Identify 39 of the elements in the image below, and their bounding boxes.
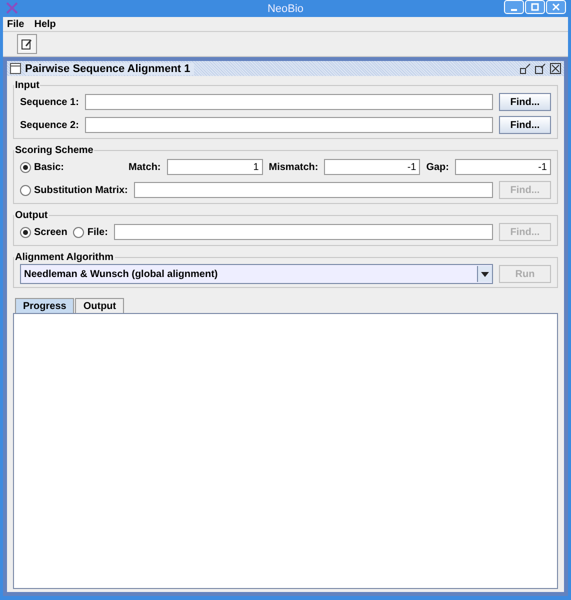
sequence-field[interactable]	[84, 94, 493, 110]
group-title: Output	[14, 210, 49, 221]
frame-title: Pairwise Sequence Alignment 1	[25, 62, 194, 74]
iconify-icon[interactable]	[520, 63, 531, 74]
menu-item[interactable]: Help	[34, 18, 56, 30]
radio-option[interactable]: Basic:	[20, 162, 123, 172]
file-field[interactable]	[114, 224, 493, 240]
tab[interactable]: Output	[75, 298, 124, 313]
field-label: Mismatch:	[268, 162, 318, 172]
close-icon	[552, 3, 560, 11]
edit-button[interactable]	[17, 34, 37, 54]
score-field[interactable]: 1	[166, 159, 263, 175]
find-button[interactable]: Find...	[499, 93, 551, 111]
window-title: NeoBio	[267, 2, 304, 14]
score-field[interactable]: -1	[455, 159, 551, 175]
group-title: Scoring Scheme	[14, 145, 94, 156]
maximize-icon	[531, 3, 539, 11]
maximize-button[interactable]	[525, 0, 545, 14]
close-icon[interactable]	[550, 63, 561, 74]
field-label: Sequence 1:	[20, 96, 79, 108]
field-label: Gap:	[426, 162, 449, 172]
field-label: Match:	[128, 162, 161, 172]
score-field[interactable]: -1	[324, 159, 420, 175]
tab[interactable]: Progress	[15, 298, 74, 313]
group-title: Input	[14, 80, 40, 91]
caret-icon	[481, 272, 489, 276]
matrix-field[interactable]	[134, 182, 493, 198]
radio-button[interactable]	[20, 162, 31, 172]
find-button[interactable]: Find...	[499, 116, 551, 134]
close-button[interactable]	[546, 0, 566, 14]
app-icon	[6, 2, 18, 14]
minimize-button[interactable]	[504, 0, 524, 14]
sequence-field[interactable]	[84, 117, 493, 133]
frame-icon	[10, 63, 21, 74]
edit-icon	[21, 38, 33, 50]
maximize-icon[interactable]	[535, 63, 546, 74]
group-title: Alignment Algorithm	[14, 252, 115, 263]
field-label: Sequence 2:	[20, 120, 79, 130]
menu-item[interactable]: File	[7, 18, 24, 30]
